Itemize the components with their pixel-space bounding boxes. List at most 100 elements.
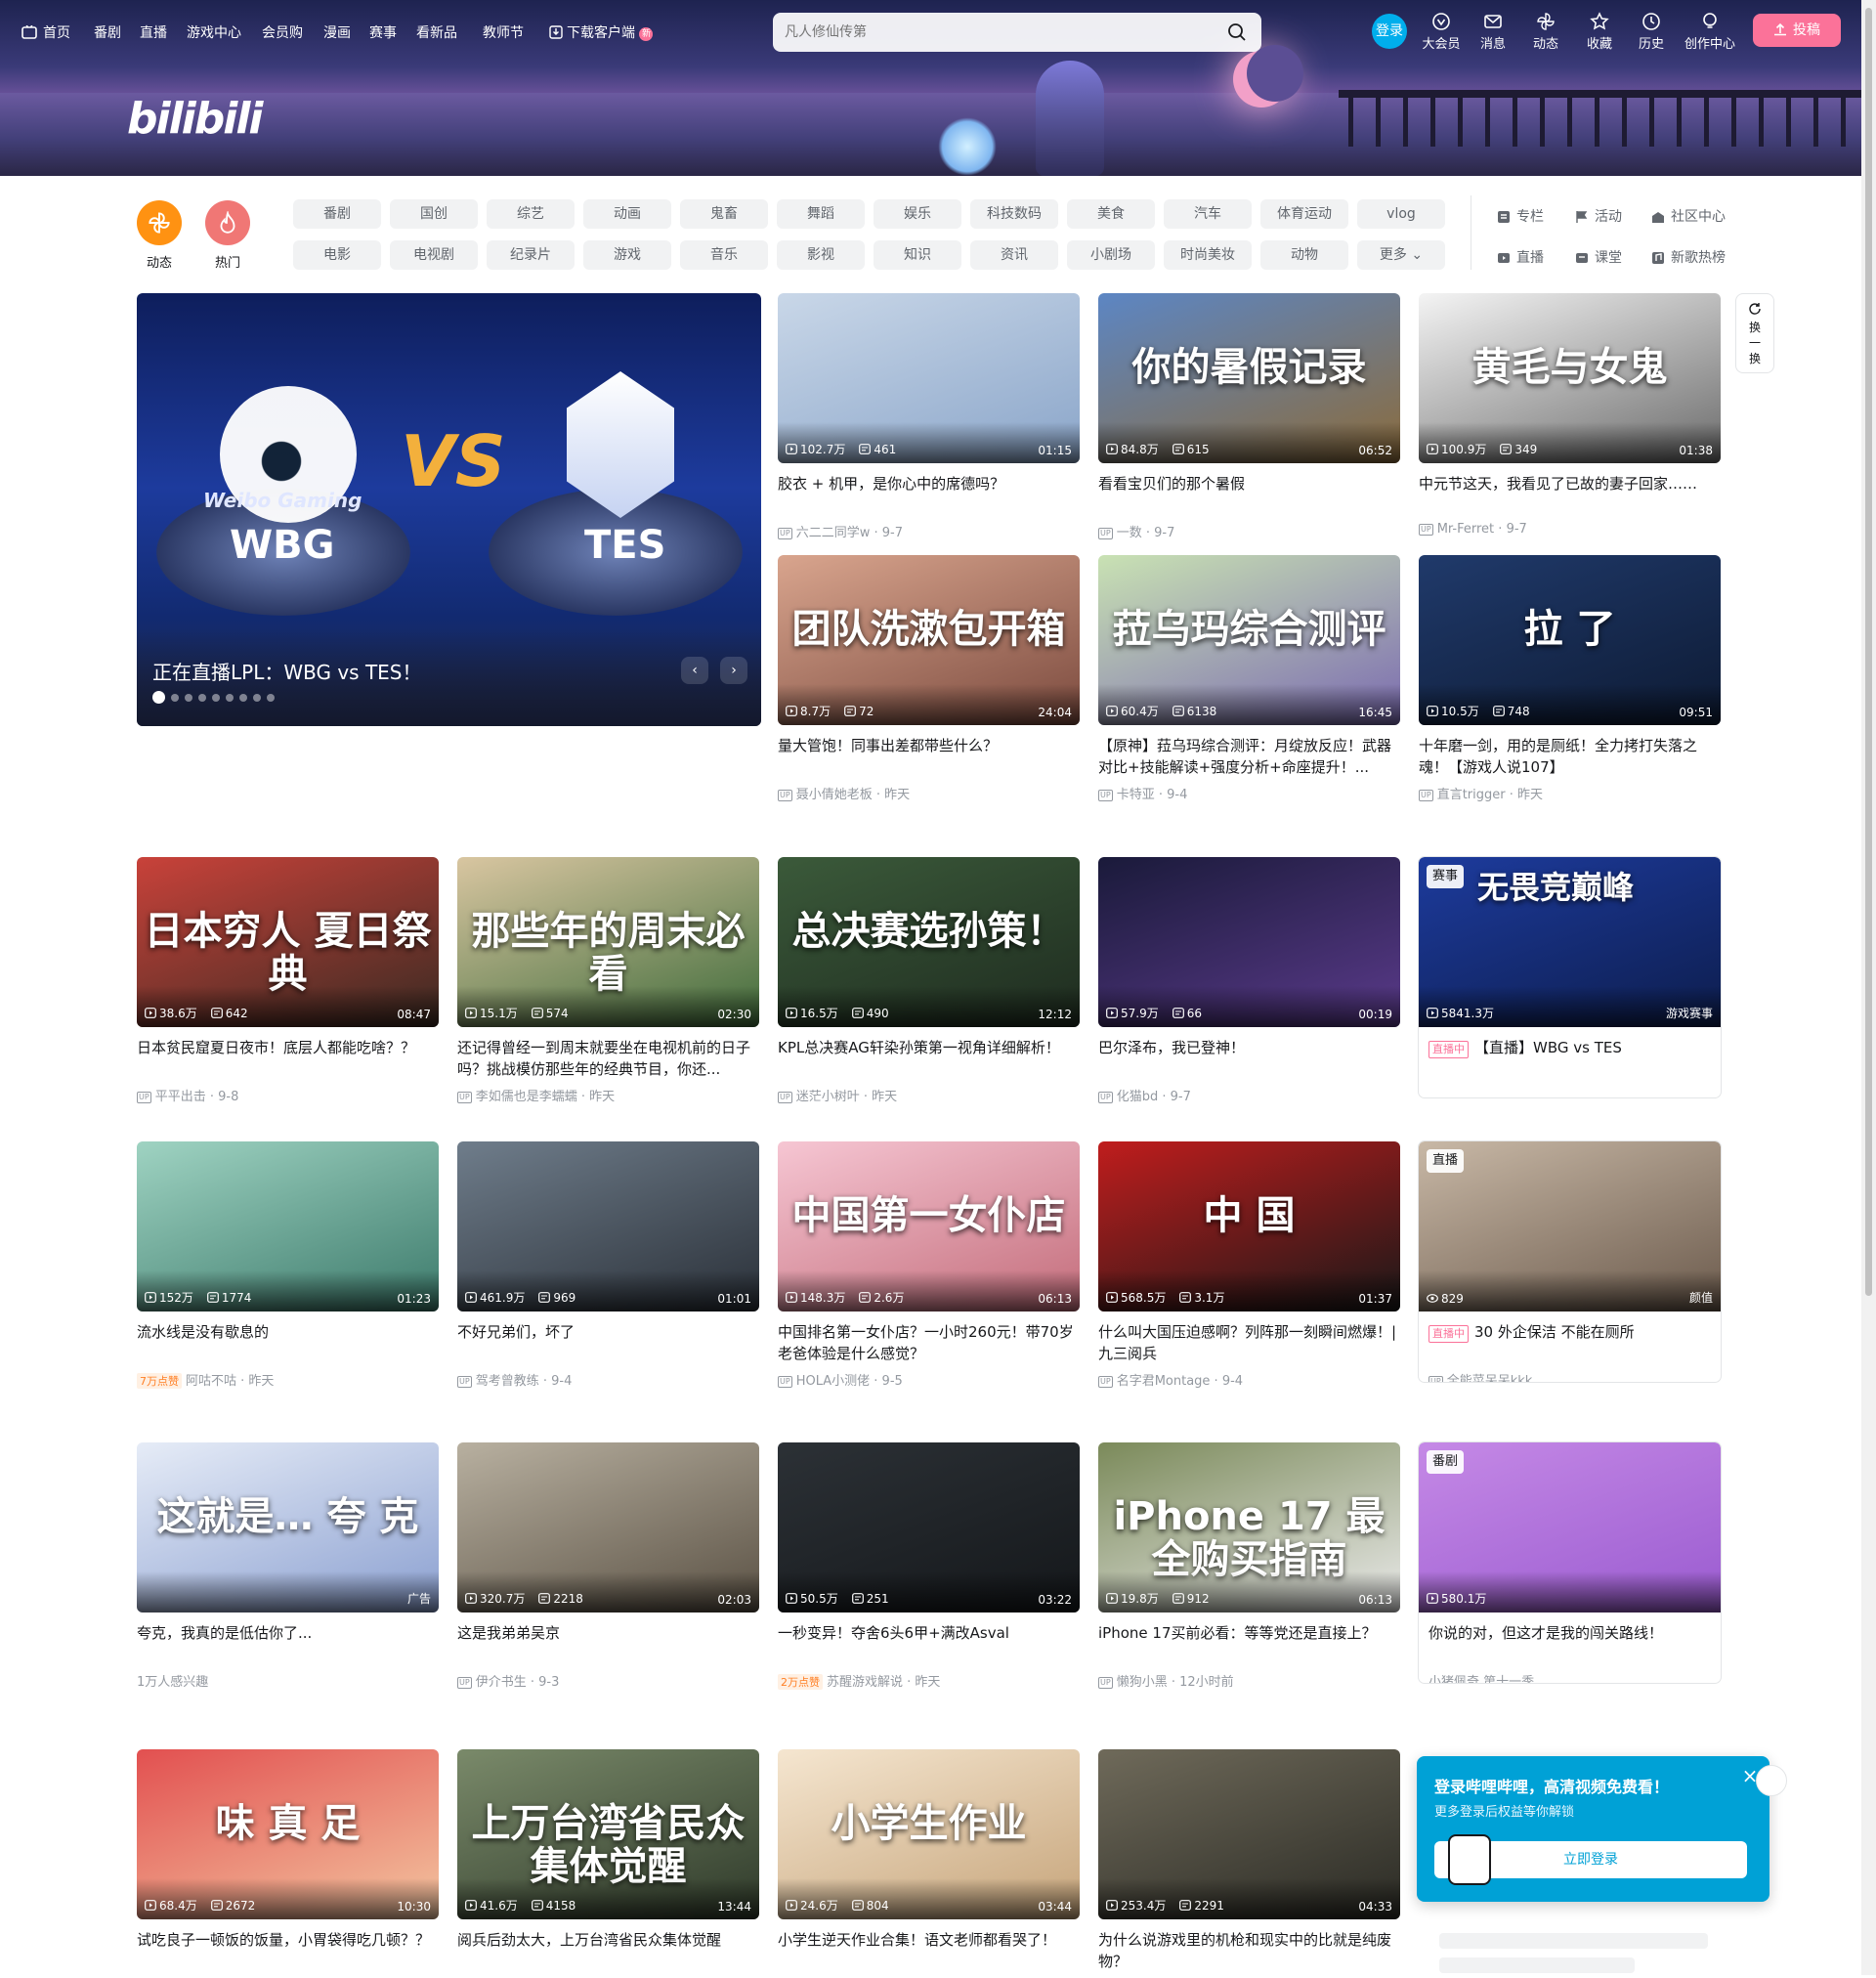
video-card[interactable]: 320.7万 2218 02:03 这是我弟弟吴京 UP 伊介书生 · 9-3 <box>457 1442 759 1690</box>
video-title[interactable]: 试吃良子一顿饭的饭量，小胃袋得吃几顿？？ <box>137 1929 439 1972</box>
video-thumbnail[interactable]: 461.9万 969 01:01 <box>457 1141 759 1312</box>
uploader-name[interactable]: Mr-Ferret <box>1437 522 1494 537</box>
video-thumbnail[interactable]: 上万台湾省民众 集体觉醒 41.6万 4158 13:44 <box>457 1749 759 1919</box>
video-thumbnail[interactable]: 拉 了 10.5万 748 09:51 <box>1419 555 1721 725</box>
channel-0-11[interactable]: vlog <box>1357 199 1445 229</box>
video-thumbnail[interactable]: 菈乌玛综合测评 60.4万 6138 16:45 <box>1098 555 1400 725</box>
uploader-name[interactable]: 迷茫小树叶 <box>796 1090 860 1104</box>
uploader-name[interactable]: 化猫bd <box>1117 1090 1159 1104</box>
video-title[interactable]: 什么叫大国压迫感啊？列阵那一刻瞬间燃爆！| 九三阅兵 <box>1098 1321 1400 1364</box>
uploader-name[interactable]: 驾考曾教练 <box>476 1374 539 1389</box>
nav-history[interactable]: 历史 <box>1627 12 1676 52</box>
uploader-name[interactable]: 阿咕不咕 <box>186 1374 236 1389</box>
video-title[interactable]: 为什么说游戏里的机枪和现实中的比就是纯废物？ <box>1098 1929 1400 1972</box>
nav-messages[interactable]: 消息 <box>1469 12 1517 52</box>
channel-1-10[interactable]: 动物 <box>1260 240 1348 270</box>
video-thumbnail[interactable]: 320.7万 2218 02:03 <box>457 1442 759 1612</box>
link-activity[interactable]: 活动 <box>1575 206 1622 226</box>
uploader-name[interactable]: 苏醒游戏解说 <box>827 1675 903 1690</box>
video-card[interactable]: 拉 了 10.5万 748 09:51 十年磨一剑，用的是厕纸！全力拷打失落之魂！【游戏… <box>1419 555 1721 802</box>
hot-button[interactable] <box>205 200 250 245</box>
hero-dot[interactable] <box>152 691 165 704</box>
video-title[interactable]: 小学生逆天作业合集！语文老师都看哭了！ <box>778 1929 1080 1972</box>
video-title[interactable]: 日本贫民窟夏日夜市！底层人都能吃啥？？ <box>137 1037 439 1080</box>
nav-game-center[interactable]: 游戏中心 <box>187 22 241 42</box>
video-title[interactable]: 不好兄弟们，坏了 <box>457 1321 759 1364</box>
video-card[interactable]: 中 国 568.5万 3.1万 01:37 什么叫大国压迫感啊？列阵那一刻瞬间燃爆！| … <box>1098 1141 1400 1389</box>
channel-0-3[interactable]: 动画 <box>583 199 671 229</box>
video-card[interactable]: 黄毛与女鬼 100.9万 349 01:38 中元节这天，我看见了已故的妻子回家…… UP… <box>1419 293 1721 537</box>
hero-dot[interactable] <box>253 694 261 702</box>
bilibili-logo[interactable]: bilibili <box>127 94 263 144</box>
video-thumbnail[interactable]: 57.9万 66 00:19 <box>1098 857 1400 1027</box>
nav-esports[interactable]: 赛事 <box>369 22 397 42</box>
nav-manga[interactable]: 漫画 <box>323 22 351 42</box>
video-title[interactable]: 夸克，我真的是低估你了... <box>137 1622 439 1665</box>
video-card[interactable]: 上万台湾省民众 集体觉醒 41.6万 4158 13:44 阅兵后劲太大，上万台湾省民众… <box>457 1749 759 1978</box>
channel-1-3[interactable]: 游戏 <box>583 240 671 270</box>
special-thumbnail[interactable]: 番剧 580.1万 <box>1419 1442 1721 1612</box>
video-card[interactable]: 小学生作业 24.6万 804 03:44 小学生逆天作业合集！语文老师都看哭了！ <box>778 1749 1080 1978</box>
video-thumbnail[interactable]: 团队洗漱包开箱 8.7万 72 24:04 <box>778 555 1080 725</box>
hero-dot[interactable] <box>198 694 206 702</box>
video-thumbnail[interactable]: 50.5万 251 03:22 <box>778 1442 1080 1612</box>
video-thumbnail[interactable]: 日本穷人 夏日祭典 38.6万 642 08:47 <box>137 857 439 1027</box>
link-new-songs[interactable]: 新歌热榜 <box>1651 247 1726 267</box>
channel-0-0[interactable]: 番剧 <box>293 199 381 229</box>
hero-dot[interactable] <box>267 694 275 702</box>
uploader-name[interactable]: 懒狗小黑 <box>1117 1675 1168 1690</box>
video-thumbnail[interactable]: 这就是… 夸 克广告 <box>137 1442 439 1612</box>
channel-1-8[interactable]: 小剧场 <box>1067 240 1155 270</box>
channel-0-6[interactable]: 娱乐 <box>874 199 961 229</box>
uploader-name[interactable]: 平平出击 <box>155 1090 206 1104</box>
video-thumbnail[interactable]: 那些年的周末必看 15.1万 574 02:30 <box>457 857 759 1027</box>
hero-dot[interactable] <box>212 694 220 702</box>
video-title[interactable]: 胶衣 + 机甲，是你心中的席德吗？ <box>778 473 1080 516</box>
nav-teachers-day[interactable]: 教师节 <box>483 22 524 42</box>
video-title[interactable]: 看看宝贝们的那个暑假 <box>1098 473 1400 516</box>
nav-bangumi[interactable]: 番剧 <box>94 22 121 42</box>
video-card[interactable]: 这就是… 夸 克广告 夸克，我真的是低估你了... 1万人感兴趣 <box>137 1442 439 1690</box>
hero-prev-button[interactable]: ‹ <box>681 657 708 684</box>
channel-1-7[interactable]: 资讯 <box>970 240 1058 270</box>
video-card[interactable]: 团队洗漱包开箱 8.7万 72 24:04 量大管饱！同事出差都带些什么？ UP 聂小倩她老… <box>778 555 1080 802</box>
video-title[interactable]: 巴尔泽布，我已登神！ <box>1098 1037 1400 1080</box>
dynamic-button[interactable] <box>137 200 182 245</box>
scrollbar[interactable] <box>1861 0 1876 1975</box>
video-card[interactable]: 461.9万 969 01:01 不好兄弟们，坏了 UP 驾考曾教练 · 9-4 <box>457 1141 759 1389</box>
video-card[interactable]: 你的暑假记录 84.8万 615 06:52 看看宝贝们的那个暑假 UP 一数 · 9-7 <box>1098 293 1400 540</box>
hero-dot[interactable] <box>226 694 234 702</box>
video-thumbnail[interactable]: 黄毛与女鬼 100.9万 349 01:38 <box>1419 293 1721 463</box>
nav-home[interactable]: 首页 <box>21 22 70 42</box>
special-author[interactable]: 全能菜呆呆kkk <box>1447 1374 1533 1382</box>
channel-1-4[interactable]: 音乐 <box>680 240 768 270</box>
uploader-name[interactable]: 聂小倩她老板 <box>796 788 873 802</box>
video-title[interactable]: KPL总决赛AG轩染孙策第一视角详细解析！ <box>778 1037 1080 1080</box>
nav-new-products[interactable]: 看新品 <box>416 22 457 42</box>
special-thumbnail[interactable]: 直播 829 颜值 <box>1419 1141 1721 1312</box>
scrollbar-thumb[interactable] <box>1865 8 1872 1296</box>
video-card[interactable]: 菈乌玛综合测评 60.4万 6138 16:45 【原神】菈乌玛综合测评：月绽放反应！武… <box>1098 555 1400 802</box>
special-title[interactable]: 你说的对，但这才是我的闯关路线！ <box>1419 1622 1721 1665</box>
special-card-live[interactable]: 直播 829 颜值 直播中 30 外企保洁 不能在厕所 UP 全能菜呆呆kkk <box>1419 1141 1721 1382</box>
channel-0-9[interactable]: 汽车 <box>1164 199 1252 229</box>
video-card[interactable]: 253.4万 2291 04:33 为什么说游戏里的机枪和现实中的比就是纯废物？ <box>1098 1749 1400 1978</box>
video-title[interactable]: 这是我弟弟吴京 <box>457 1622 759 1665</box>
channel-0-1[interactable]: 国创 <box>390 199 478 229</box>
uploader-name[interactable]: 伊介书生 <box>476 1675 527 1690</box>
link-course[interactable]: 课堂 <box>1575 247 1622 267</box>
channel-0-7[interactable]: 科技数码 <box>970 199 1058 229</box>
video-title[interactable]: 中国排名第一女仆店？一小时260元！带70岁老爸体验是什么感觉？ <box>778 1321 1080 1364</box>
nav-mall[interactable]: 会员购 <box>262 22 303 42</box>
login-avatar[interactable]: 登录 <box>1372 14 1407 49</box>
video-thumbnail[interactable]: 中国第一女仆店 148.3万 2.6万 06:13 <box>778 1141 1080 1312</box>
hero-dot[interactable] <box>185 694 192 702</box>
video-card[interactable]: 总决赛选孙策！ 16.5万 490 12:12 KPL总决赛AG轩染孙策第一视角详细解析… <box>778 857 1080 1104</box>
special-title[interactable]: 直播中 30 外企保洁 不能在厕所 <box>1419 1321 1721 1364</box>
special-thumbnail[interactable]: 无畏竞巅峰 赛事 5841.3万 游戏赛事 <box>1419 857 1721 1027</box>
special-title[interactable]: 直播中 【直播】WBG vs TES <box>1419 1037 1721 1080</box>
video-title[interactable]: 量大管饱！同事出差都带些什么？ <box>778 735 1080 778</box>
link-column[interactable]: 专栏 <box>1497 206 1544 226</box>
video-thumbnail[interactable]: 中 国 568.5万 3.1万 01:37 <box>1098 1141 1400 1312</box>
video-title[interactable]: iPhone 17买前必看：等等党还是直接上？ <box>1098 1622 1400 1665</box>
